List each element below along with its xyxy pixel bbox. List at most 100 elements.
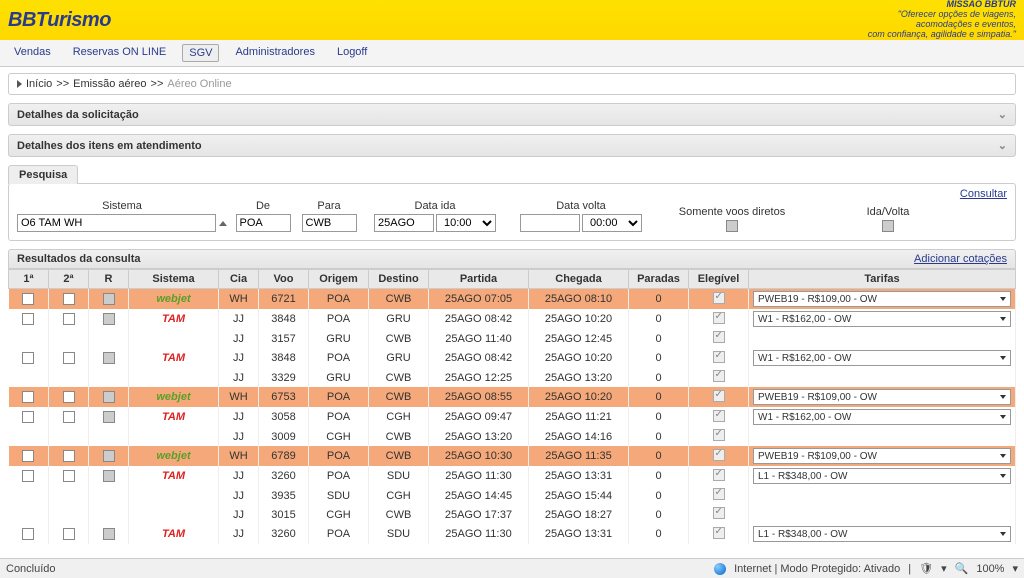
diretos-checkbox[interactable] bbox=[726, 220, 738, 232]
para-input[interactable] bbox=[302, 214, 357, 232]
select-2a-checkbox[interactable] bbox=[63, 293, 75, 305]
tarifa-select[interactable]: PWEB19 - R$109,00 - OW bbox=[753, 448, 1011, 464]
col-paradas[interactable]: Paradas bbox=[629, 270, 689, 289]
caret-down-icon bbox=[1000, 297, 1006, 301]
select-2a-checkbox[interactable] bbox=[63, 450, 75, 462]
ida-time-select[interactable]: 10:00 bbox=[436, 214, 496, 232]
table-row[interactable]: TAMJJ3848POAGRU25AGO 08:4225AGO 10:200W1… bbox=[9, 309, 1016, 329]
select-r-checkbox[interactable] bbox=[103, 470, 115, 482]
select-r-checkbox[interactable] bbox=[103, 313, 115, 325]
select-2a-checkbox[interactable] bbox=[63, 391, 75, 403]
tarifa-select[interactable]: L1 - R$348,00 - OW bbox=[753, 468, 1011, 484]
select-r-checkbox[interactable] bbox=[103, 391, 115, 403]
table-row[interactable]: JJ3157GRUCWB25AGO 11:4025AGO 12:450 bbox=[9, 329, 1016, 348]
cell-par: 0 bbox=[629, 348, 689, 368]
select-r-checkbox[interactable] bbox=[103, 450, 115, 462]
select-2a-checkbox[interactable] bbox=[63, 313, 75, 325]
cell-cia: JJ bbox=[219, 309, 259, 329]
select-1a-checkbox[interactable] bbox=[22, 313, 34, 325]
panel-detalhes-solicitacao[interactable]: Detalhes da solicitação ⌄ bbox=[8, 103, 1016, 126]
table-row[interactable]: webjetWH6753POACWB25AGO 08:5525AGO 10:20… bbox=[9, 387, 1016, 407]
select-1a-checkbox[interactable] bbox=[22, 528, 34, 540]
select-1a-checkbox[interactable] bbox=[22, 391, 34, 403]
col-1a[interactable]: 1ª bbox=[9, 270, 49, 289]
main-menu: Vendas Reservas ON LINE SGV Administrado… bbox=[0, 40, 1024, 67]
menu-admin[interactable]: Administradores bbox=[229, 44, 320, 62]
select-1a-checkbox[interactable] bbox=[22, 293, 34, 305]
tarifa-select[interactable]: PWEB19 - R$109,00 - OW bbox=[753, 389, 1011, 405]
volta-time-select[interactable]: 00:00 bbox=[582, 214, 642, 232]
table-row[interactable]: JJ3935SDUCGH25AGO 14:4525AGO 15:440 bbox=[9, 486, 1016, 505]
consultar-link[interactable]: Consultar bbox=[960, 188, 1007, 200]
table-row[interactable]: JJ3329GRUCWB25AGO 12:2525AGO 13:200 bbox=[9, 368, 1016, 387]
select-1a-checkbox[interactable] bbox=[22, 352, 34, 364]
table-row[interactable]: TAMJJ3848POAGRU25AGO 08:4225AGO 10:200W1… bbox=[9, 348, 1016, 368]
elegivel-checkbox bbox=[713, 331, 725, 343]
elegivel-checkbox bbox=[713, 370, 725, 382]
select-1a-checkbox[interactable] bbox=[22, 411, 34, 423]
col-r[interactable]: R bbox=[89, 270, 129, 289]
tab-pesquisa[interactable]: Pesquisa bbox=[8, 165, 78, 184]
select-1a-checkbox[interactable] bbox=[22, 470, 34, 482]
adicionar-cotacoes-link[interactable]: Adicionar cotações bbox=[914, 253, 1007, 265]
select-r-checkbox[interactable] bbox=[103, 528, 115, 540]
cell-part: 25AGO 14:45 bbox=[429, 486, 529, 505]
select-2a-checkbox[interactable] bbox=[63, 411, 75, 423]
table-row[interactable]: JJ3015CGHCWB25AGO 17:3725AGO 18:270 bbox=[9, 505, 1016, 524]
sistema-logo: TAM bbox=[162, 528, 185, 540]
sort-asc-icon[interactable] bbox=[219, 221, 227, 226]
tarifa-select[interactable]: PWEB19 - R$109,00 - OW bbox=[753, 291, 1011, 307]
table-row[interactable]: TAMJJ3058POACGH25AGO 09:4725AGO 11:210W1… bbox=[9, 407, 1016, 427]
select-1a-checkbox[interactable] bbox=[22, 450, 34, 462]
table-row[interactable]: webjetWH6789POACWB25AGO 10:3025AGO 11:35… bbox=[9, 446, 1016, 466]
de-input[interactable] bbox=[236, 214, 291, 232]
select-r-checkbox[interactable] bbox=[103, 411, 115, 423]
breadcrumb-emissao[interactable]: Emissão aéreo bbox=[73, 78, 146, 90]
col-tarifas[interactable]: Tarifas bbox=[749, 270, 1016, 289]
col-2a[interactable]: 2ª bbox=[49, 270, 89, 289]
panel-detalhes-itens[interactable]: Detalhes dos itens em atendimento ⌄ bbox=[8, 134, 1016, 157]
col-cia[interactable]: Cia bbox=[219, 270, 259, 289]
tarifa-value: PWEB19 - R$109,00 - OW bbox=[758, 392, 877, 403]
select-2a-checkbox[interactable] bbox=[63, 528, 75, 540]
mission-line3: com confiança, agilidade e simpatia." bbox=[868, 30, 1016, 40]
elegivel-checkbox bbox=[713, 410, 725, 422]
breadcrumb-inicio[interactable]: Início bbox=[26, 78, 52, 90]
cell-ori: POA bbox=[309, 387, 369, 407]
tarifa-select[interactable]: W1 - R$162,00 - OW bbox=[753, 311, 1011, 327]
status-bar: Concluído Internet | Modo Protegido: Ati… bbox=[0, 558, 1024, 578]
col-sistema[interactable]: Sistema bbox=[129, 270, 219, 289]
select-2a-checkbox[interactable] bbox=[63, 470, 75, 482]
sistema-input[interactable] bbox=[17, 214, 216, 232]
col-destino[interactable]: Destino bbox=[369, 270, 429, 289]
app-header: BBTurismo MISSÃO BBTUR "Oferecer opções … bbox=[0, 0, 1024, 40]
sistema-logo: TAM bbox=[162, 470, 185, 482]
menu-vendas[interactable]: Vendas bbox=[8, 44, 57, 62]
tarifa-select[interactable]: W1 - R$162,00 - OW bbox=[753, 409, 1011, 425]
select-r-checkbox[interactable] bbox=[103, 352, 115, 364]
cell-ori: SDU bbox=[309, 486, 369, 505]
table-row[interactable]: TAMJJ3260POASDU25AGO 11:3025AGO 13:310L1… bbox=[9, 524, 1016, 544]
cell-voo: 3329 bbox=[259, 368, 309, 387]
col-partida[interactable]: Partida bbox=[429, 270, 529, 289]
col-origem[interactable]: Origem bbox=[309, 270, 369, 289]
col-voo[interactable]: Voo bbox=[259, 270, 309, 289]
security-icon[interactable]: 🛡 bbox=[919, 562, 933, 575]
cell-part: 25AGO 13:20 bbox=[429, 427, 529, 446]
menu-sgv[interactable]: SGV bbox=[182, 44, 219, 62]
zoom-icon[interactable]: 🔍 bbox=[955, 562, 969, 575]
select-2a-checkbox[interactable] bbox=[63, 352, 75, 364]
col-elegivel[interactable]: Elegível bbox=[689, 270, 749, 289]
col-chegada[interactable]: Chegada bbox=[529, 270, 629, 289]
select-r-checkbox[interactable] bbox=[103, 293, 115, 305]
menu-reservas[interactable]: Reservas ON LINE bbox=[67, 44, 173, 62]
table-row[interactable]: TAMJJ3260POASDU25AGO 11:3025AGO 13:310L1… bbox=[9, 466, 1016, 486]
tarifa-select[interactable]: L1 - R$348,00 - OW bbox=[753, 526, 1011, 542]
tarifa-select[interactable]: W1 - R$162,00 - OW bbox=[753, 350, 1011, 366]
table-row[interactable]: webjetWH6721POACWB25AGO 07:0525AGO 08:10… bbox=[9, 289, 1016, 310]
ida-date-input[interactable] bbox=[374, 214, 434, 232]
menu-logoff[interactable]: Logoff bbox=[331, 44, 373, 62]
table-row[interactable]: JJ3009CGHCWB25AGO 13:2025AGO 14:160 bbox=[9, 427, 1016, 446]
idavolta-checkbox[interactable] bbox=[882, 220, 894, 232]
volta-date-input[interactable] bbox=[520, 214, 580, 232]
